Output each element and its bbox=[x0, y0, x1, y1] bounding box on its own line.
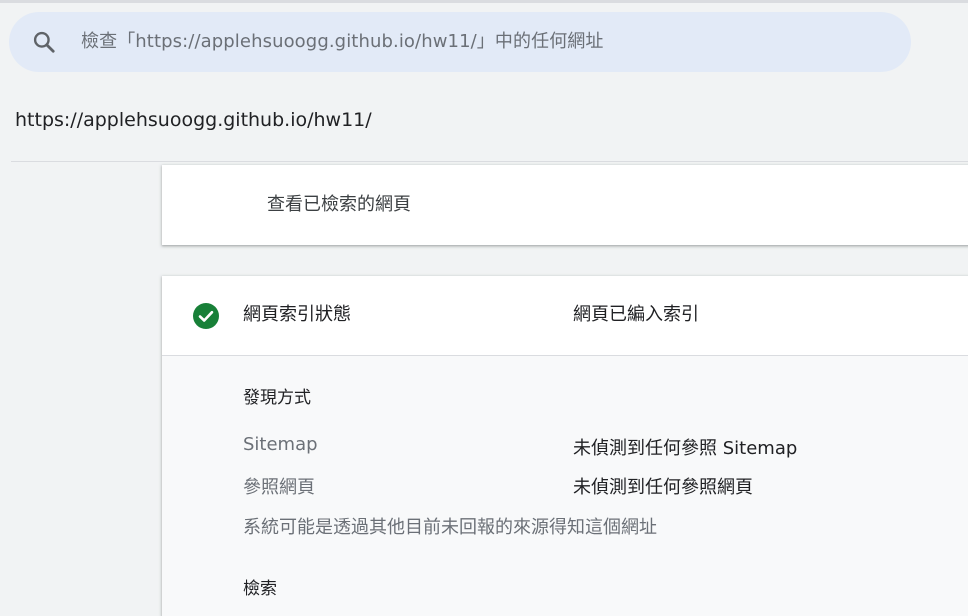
referring-page-row-value: 未偵測到任何參照網頁 bbox=[573, 477, 753, 498]
referring-page-row-label: 參照網頁 bbox=[243, 477, 315, 498]
discovery-note: 系統可能是透過其他目前未回報的來源得知這個網址 bbox=[243, 517, 657, 538]
indexing-status-value: 網頁已編入索引 bbox=[573, 304, 699, 325]
top-edge-shadow bbox=[0, 0, 968, 3]
sitemap-row-label: Sitemap bbox=[243, 434, 318, 455]
crawl-section-heading: 檢索 bbox=[243, 579, 277, 599]
inspected-url-title: https://applehsuoogg.github.io/hw11/ bbox=[15, 109, 372, 131]
header-divider bbox=[11, 161, 968, 162]
view-crawled-page-link[interactable]: 查看已檢索的網頁 bbox=[267, 165, 411, 245]
discovery-section-heading: 發現方式 bbox=[243, 388, 311, 408]
search-icon[interactable] bbox=[31, 29, 57, 55]
url-inspection-search-bar[interactable]: 檢查「https://applehsuoogg.github.io/hw11/」… bbox=[9, 12, 911, 72]
search-input-placeholder[interactable]: 檢查「https://applehsuoogg.github.io/hw11/」… bbox=[81, 12, 604, 72]
check-circle-icon bbox=[193, 303, 219, 329]
sitemap-row-value: 未偵測到任何參照 Sitemap bbox=[573, 438, 798, 459]
view-crawled-page-card[interactable]: 查看已檢索的網頁 bbox=[162, 165, 968, 245]
page-indexing-status-card: 網頁索引狀態 網頁已編入索引 發現方式 Sitemap 未偵測到任何參照 Sit… bbox=[162, 276, 968, 616]
indexing-status-header[interactable]: 網頁索引狀態 網頁已編入索引 bbox=[162, 276, 968, 356]
indexing-status-label: 網頁索引狀態 bbox=[243, 304, 351, 325]
